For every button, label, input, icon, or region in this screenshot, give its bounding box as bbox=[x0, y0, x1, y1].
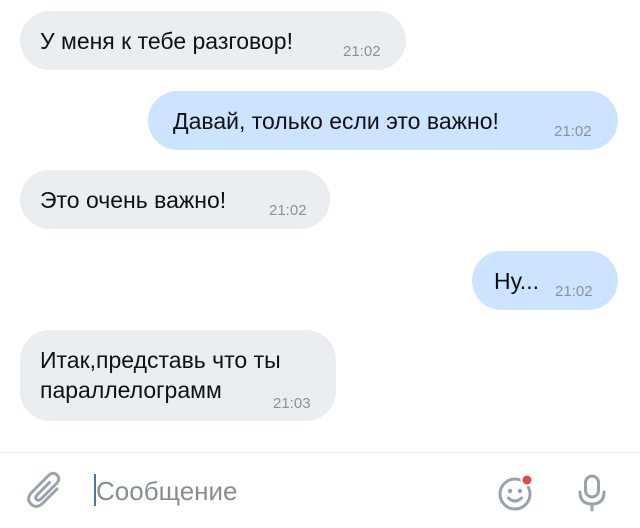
message-bubble-incoming[interactable]: У меня к тебе разговор! 21:02 bbox=[20, 11, 406, 70]
message-text-line: Итак,представь что ты bbox=[40, 347, 281, 373]
message-input-field[interactable] bbox=[88, 467, 478, 515]
message-bubble-outgoing[interactable]: Давай, только если это важно! 21:02 bbox=[148, 91, 618, 150]
message-input[interactable] bbox=[88, 467, 478, 515]
message-time: 21:02 bbox=[555, 283, 593, 300]
message-time: 21:03 bbox=[273, 395, 311, 412]
notification-dot bbox=[522, 475, 532, 485]
microphone-icon[interactable] bbox=[570, 470, 614, 514]
message-list: У меня к тебе разговор! 21:02 Давай, тол… bbox=[0, 0, 640, 452]
message-composer bbox=[0, 453, 640, 528]
text-cursor bbox=[94, 474, 96, 506]
message-bubble-incoming[interactable]: Итак,представь что ты параллелограмм 21:… bbox=[20, 330, 336, 421]
message-time: 21:02 bbox=[554, 123, 592, 140]
message-time: 21:02 bbox=[269, 202, 307, 219]
emoji-icon[interactable] bbox=[494, 470, 538, 514]
message-time: 21:02 bbox=[343, 43, 381, 60]
paperclip-icon[interactable] bbox=[24, 470, 68, 514]
message-bubble-outgoing[interactable]: Ну... 21:02 bbox=[472, 251, 618, 310]
message-bubble-incoming[interactable]: Это очень важно! 21:02 bbox=[20, 170, 330, 229]
message-text: Давай, только если это важно! bbox=[173, 108, 499, 134]
